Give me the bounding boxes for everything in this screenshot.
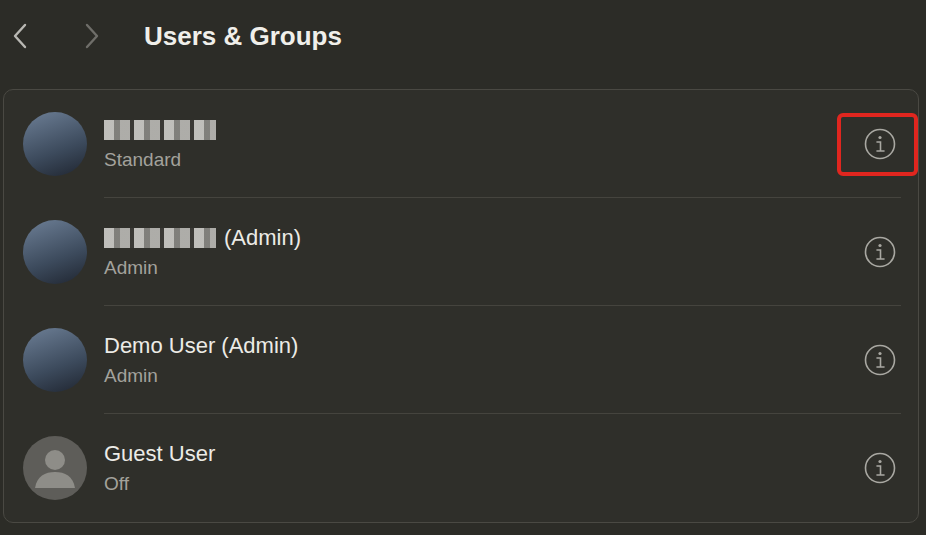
users-groups-window: Users & GroupsStandard(Admin)AdminDemo U… [0,0,926,535]
user-role: Off [104,473,864,495]
user-row[interactable]: Standard [4,90,918,198]
user-name: Guest User [104,441,864,467]
user-role: Standard [104,149,864,171]
user-role: Admin [104,365,864,387]
guest-avatar [23,436,87,500]
user-texts: Guest User Off [104,441,864,495]
user-list: Standard (Admin) Admin Demo User (Admin) Adm… [3,89,919,523]
window-title: Users & Groups [144,21,342,52]
user-row[interactable]: Demo User (Admin) Admin [4,306,918,414]
user-name-text: (Admin) [224,225,301,251]
user-role: Admin [104,257,864,279]
user-name: (Admin) [104,225,864,251]
user-texts: (Admin) Admin [104,225,864,279]
info-button[interactable] [864,452,896,484]
redacted-name [104,120,216,140]
info-icon[interactable] [864,236,896,268]
info-icon[interactable] [864,452,896,484]
user-name: Demo User (Admin) [104,333,864,359]
user-row[interactable]: Guest User Off [4,414,918,522]
user-avatar [23,220,87,284]
row-content: Guest User Off [104,414,901,522]
back-button[interactable] [6,20,34,52]
info-button[interactable] [864,344,896,376]
user-avatar [23,112,87,176]
redacted-name [104,228,216,248]
user-name-text: Demo User (Admin) [104,333,298,359]
info-icon[interactable] [864,344,896,376]
person-icon [23,436,87,500]
row-content: Demo User (Admin) Admin [104,306,901,414]
header: Users & Groups [0,0,926,72]
user-name-text: Guest User [104,441,215,467]
forward-button[interactable] [78,20,106,52]
user-avatar [23,328,87,392]
row-content: (Admin) Admin [104,198,901,306]
row-content: Standard [104,90,901,198]
info-button[interactable] [864,236,896,268]
user-texts: Demo User (Admin) Admin [104,333,864,387]
highlight-box [837,113,918,176]
user-name [104,117,864,143]
chevron-right-icon [82,22,102,50]
info-button[interactable] [864,128,896,160]
user-row[interactable]: (Admin) Admin [4,198,918,306]
chevron-left-icon [10,22,30,50]
user-texts: Standard [104,117,864,171]
info-icon[interactable] [864,128,896,160]
